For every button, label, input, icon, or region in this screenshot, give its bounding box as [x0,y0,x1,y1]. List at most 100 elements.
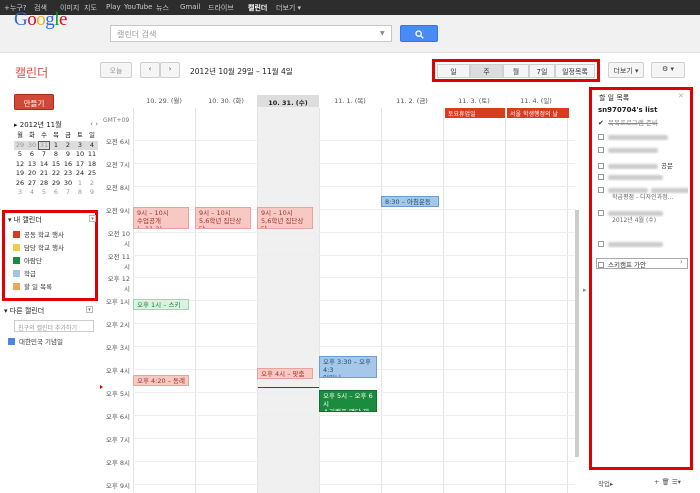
task-checkbox[interactable] [598,262,604,268]
mini-calendar-day[interactable]: 27 [26,179,38,188]
calendar-event[interactable]: 오후 5시 – 오후 6시스키캠프 명단 제출 [319,390,377,412]
allday-event[interactable]: 서울 학생행정의 날 [507,108,569,118]
calendar-item[interactable]: 아람단 [13,255,42,265]
day-header[interactable]: 11. 3. (토) [443,95,505,105]
mini-calendar-day[interactable]: 19 [14,169,26,178]
mini-calendar-day[interactable]: 7 [38,150,50,159]
task-row[interactable]: ✔ 목목프로그램 준비 [598,117,688,127]
calendar-event[interactable]: 오후 3:30 – 오후 4:3 어머니 [319,356,377,378]
tasks-toolbar-icons[interactable]: + 🗑 ☰▾ [654,478,681,486]
view-tab[interactable]: 주 [470,64,503,78]
mini-calendar-day[interactable]: 8 [74,188,86,197]
calendar-event[interactable]: 9시 – 10시 수업공개(~11.2) [133,207,189,229]
task-list-name[interactable]: sn970704's list [598,106,657,114]
mini-calendar-day[interactable]: 7 [62,188,74,197]
mini-calendar-day[interactable]: 24 [74,169,86,178]
task-checkbox[interactable] [598,163,604,169]
task-row[interactable] [598,173,688,181]
more-button[interactable]: 더보기 ▾ [608,62,644,78]
mini-calendar-day[interactable]: 26 [14,179,26,188]
task-checkbox[interactable] [598,210,604,216]
day-header[interactable]: 11. 1. (목) [319,95,381,105]
topbar-link[interactable]: 더보기 ▾ [276,3,301,13]
mini-calendar-title[interactable]: ▸ 2012년 11월 [14,120,98,130]
mini-calendar-day[interactable]: 10 [74,150,86,159]
calendar-event[interactable]: 9시 – 10시 5,6학년 집단상담 [257,207,313,229]
topbar-link[interactable]: Play [106,3,121,11]
mini-calendar-day[interactable]: 4 [86,140,98,150]
calendar-event[interactable]: 오후 4:20 – 동례 [133,375,189,386]
task-checkbox[interactable] [598,241,604,247]
view-tab[interactable]: 일정목록 [555,64,595,78]
mini-calendar-day[interactable]: 5 [38,188,50,197]
calendar-item[interactable]: 담당 학교 행사 [13,242,64,252]
tasks-actions-menu[interactable]: 작업▸ [598,480,613,488]
task-row[interactable]: 스키캠프 가안 [598,259,688,269]
task-row[interactable] [598,146,688,154]
day-header[interactable]: 10. 29. (월) [133,95,195,105]
task-checkbox[interactable] [598,147,604,153]
day-header[interactable]: 10. 31. (수) [257,95,319,107]
day-header[interactable]: 11. 4. (일) [505,95,567,105]
day-header[interactable]: 11. 2. (금) [381,95,443,105]
close-icon[interactable]: ✕ [678,92,684,100]
calendar-item[interactable]: 대한민국 기념일 [8,336,63,346]
day-header[interactable]: 10. 30. (화) [195,95,257,105]
create-button[interactable]: 만들기 [14,94,54,110]
mini-calendar-day[interactable]: 30 [26,140,38,150]
view-tab[interactable]: 월 [503,64,529,78]
search-button[interactable] [400,25,438,42]
calendar-item[interactable]: 할 일 목록 [13,281,52,291]
mini-calendar-day[interactable]: 2 [62,140,74,150]
calendar-item[interactable]: 공동 학교 행사 [13,229,64,239]
add-friend-calendar-input[interactable]: 친구의 캘린더 추가하기 [14,320,94,332]
my-calendars-title[interactable]: ▾ 내 캘린더 [8,215,42,225]
mini-calendar-day[interactable]: 4 [26,188,38,197]
mini-calendar-day[interactable]: 21 [38,169,50,178]
mini-calendar-day[interactable]: 31 [38,140,50,150]
week-grid[interactable]: GMT+09 10. 29. (월) 10. 30. (화) 10. 31. (수)… [100,93,578,493]
mini-calendar-day[interactable]: 25 [86,169,98,178]
mini-calendar-day[interactable]: 6 [50,188,62,197]
allday-event[interactable]: 토요휴업일 [445,108,505,118]
view-tab[interactable]: 7일 [529,64,555,78]
mini-calendar-day[interactable]: 29 [50,179,62,188]
search-options-chevron-icon[interactable]: ▼ [380,30,385,37]
mini-calendar-day[interactable]: 2 [86,179,98,188]
calendar-event[interactable]: 오후 4시 – 맞춤형 학 [257,368,313,379]
mini-calendar-day[interactable]: 8 [50,150,62,159]
view-tab[interactable]: 일 [437,64,470,78]
mini-calendar-day[interactable]: 23 [62,169,74,178]
mini-calendar-day[interactable]: 13 [26,160,38,169]
task-row[interactable] [598,240,688,248]
mini-calendar-day[interactable]: 12 [14,160,26,169]
mini-calendar-nav[interactable]: ‹ › [90,120,98,128]
mini-calendar-day[interactable]: 29 [14,140,26,150]
calendar-item[interactable]: 학급 [13,268,36,278]
task-row[interactable]: 공문 [598,160,688,170]
search-input[interactable]: 캘린더 검색 [110,25,392,42]
mini-calendar-day[interactable]: 17 [74,160,86,169]
calendar-menu-chevron-icon[interactable]: ▾ [86,306,93,313]
mini-calendar-day[interactable]: 22 [50,169,62,178]
task-checkbox[interactable] [598,187,604,193]
mini-calendar-day[interactable]: 28 [38,179,50,188]
topbar-link[interactable]: Gmail [180,3,200,11]
topbar-link[interactable]: 지도 [84,3,97,13]
mini-calendar-day[interactable]: 16 [62,160,74,169]
mini-calendar-day[interactable]: 30 [62,179,74,188]
calendar-event[interactable]: 8:30 – 아침운동당번 [381,196,439,207]
mini-calendar-day[interactable]: 9 [86,188,98,197]
topbar-link[interactable]: YouTube [124,3,152,11]
topbar-link[interactable]: 캘린더 [248,3,267,13]
topbar-link[interactable]: 드라이브 [208,3,234,13]
mini-calendar-day[interactable]: 18 [86,160,98,169]
mini-calendar-day[interactable]: 1 [74,179,86,188]
mini-calendar-day[interactable]: 3 [14,188,26,197]
task-checked-icon[interactable]: ✔ [598,119,604,127]
calendar-event[interactable]: 오후 1시 – 스키캠프 [133,299,189,310]
today-button[interactable]: 오늘 [100,62,132,78]
mini-calendar-day[interactable]: 6 [26,150,38,159]
google-logo[interactable]: Google [14,9,67,31]
calendar-menu-chevron-icon[interactable]: ▾ [89,215,96,222]
